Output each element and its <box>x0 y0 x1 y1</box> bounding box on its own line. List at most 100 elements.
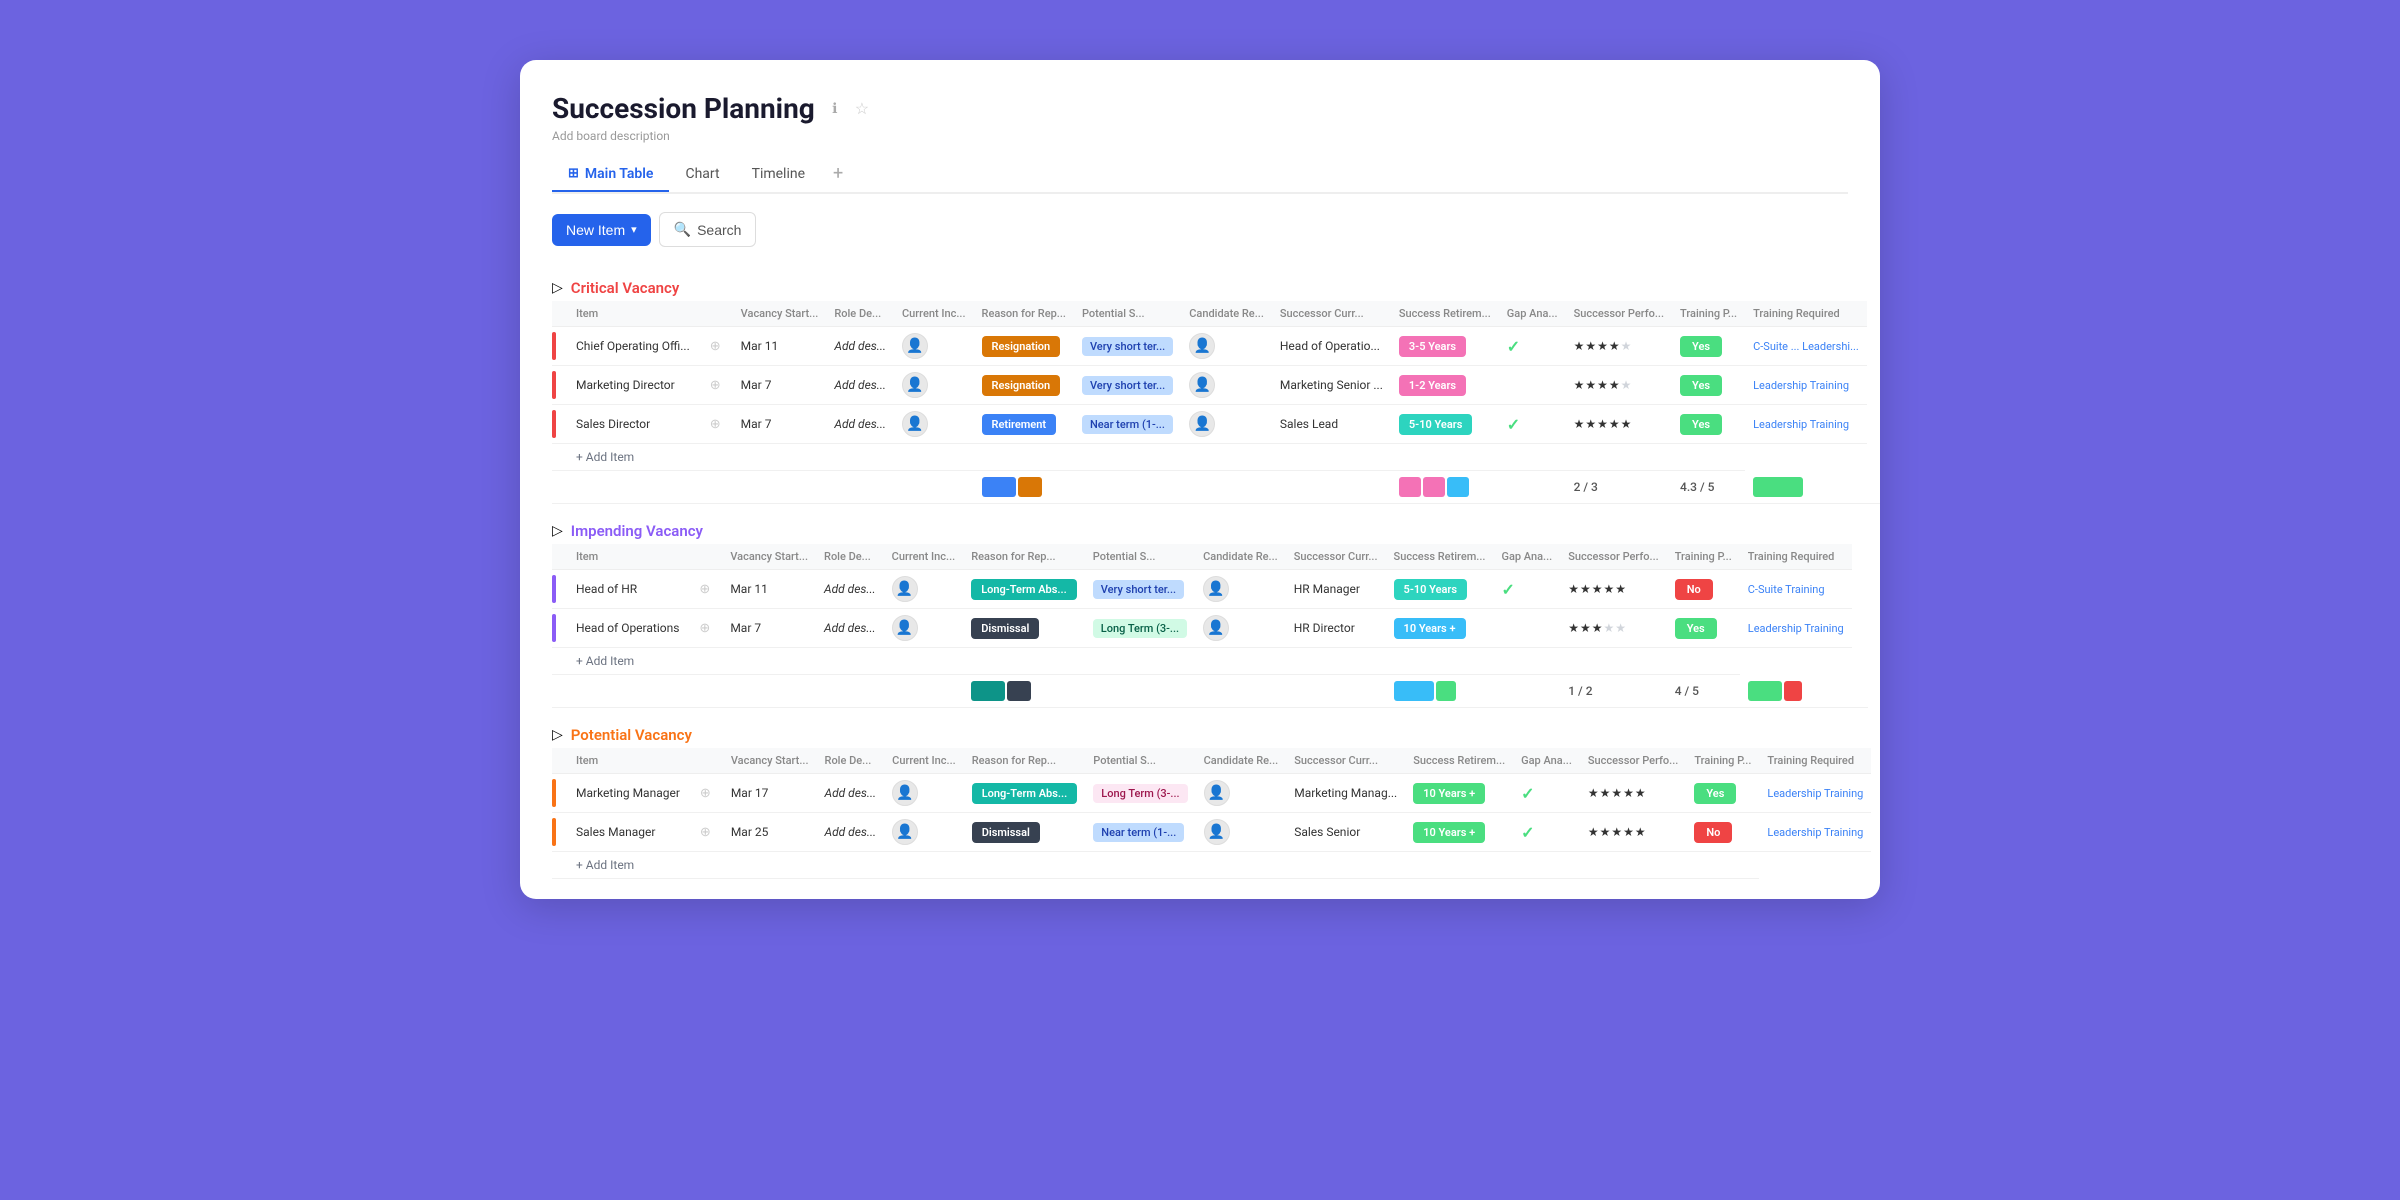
row-add-icon[interactable]: ⊕ <box>695 619 714 638</box>
star-icon[interactable]: ☆ <box>855 99 875 119</box>
impending-vacancy-table: Item Vacancy Start... Role De... Current… <box>552 544 1868 708</box>
row-add-icon[interactable]: ⊕ <box>706 415 725 434</box>
row-name[interactable]: Sales Director <box>568 405 698 444</box>
col-candidate: Candidate Re... <box>1195 544 1286 570</box>
row-add-icon[interactable]: ⊕ <box>695 580 714 599</box>
role-desc[interactable]: Add des... <box>817 774 885 813</box>
tab-add[interactable]: + <box>821 155 855 192</box>
reason-badge: Retirement <box>982 414 1057 435</box>
tab-timeline[interactable]: Timeline <box>736 158 821 192</box>
vacancy-start: Mar 7 <box>733 405 827 444</box>
summary-bar <box>1784 681 1802 701</box>
role-desc[interactable]: Add des... <box>817 813 885 852</box>
col-add <box>687 544 722 570</box>
training-link[interactable]: Leadership Training <box>1767 826 1863 839</box>
section-title-potential[interactable]: Potential Vacancy <box>571 726 692 744</box>
potential-badge: Very short ter... <box>1093 580 1184 599</box>
section-collapse-icon[interactable]: ▷ <box>552 523 563 539</box>
role-desc[interactable]: Add des... <box>826 327 894 366</box>
training-link[interactable]: C-Suite ... Leadershi... <box>1753 340 1859 353</box>
col-add <box>688 748 723 774</box>
potential-badge: Long Term (3-... <box>1093 784 1187 803</box>
col-reason: Reason for Rep... <box>963 544 1085 570</box>
add-item-label[interactable]: + Add Item <box>568 648 1740 675</box>
vacancy-start: Mar 11 <box>733 327 827 366</box>
table-row: Chief Operating Offi... ⊕ Mar 11 Add des… <box>552 327 1880 366</box>
row-name[interactable]: Chief Operating Offi... <box>568 327 698 366</box>
col-potential: Potential S... <box>1085 748 1195 774</box>
training-link[interactable]: C-Suite Training <box>1748 583 1825 596</box>
row-name[interactable]: Sales Manager <box>568 813 688 852</box>
successor-cell: Sales Senior <box>1286 813 1405 852</box>
toolbar-row: New Item ▾ 🔍 Search <box>552 212 1848 247</box>
col-item: Item <box>568 748 688 774</box>
col-add <box>698 301 733 327</box>
add-item-row[interactable]: + Add Item <box>552 444 1880 471</box>
search-button[interactable]: 🔍 Search <box>659 212 757 247</box>
section-title-impending[interactable]: Impending Vacancy <box>571 522 703 540</box>
training-link[interactable]: Leadership Training <box>1753 418 1849 431</box>
row-add-icon[interactable]: ⊕ <box>696 823 715 842</box>
col-gap: Gap Ana... <box>1499 301 1566 327</box>
summary-bar <box>1753 477 1803 497</box>
training-link[interactable]: Leadership Training <box>1767 787 1863 800</box>
years-badge: 10 Years + <box>1413 822 1485 843</box>
col-successor: Successor Curr... <box>1272 301 1391 327</box>
training-badge: Yes <box>1680 414 1722 435</box>
row-name[interactable]: Head of Operations <box>568 609 687 648</box>
col-item: Item <box>568 544 687 570</box>
avatar: 👤 <box>892 615 918 641</box>
reason-badge: Long-Term Abs... <box>971 579 1077 600</box>
col-training-p: Training P... <box>1686 748 1759 774</box>
col-retirement: Success Retirem... <box>1405 748 1513 774</box>
col-retirement: Success Retirem... <box>1391 301 1499 327</box>
row-add-icon[interactable]: ⊕ <box>706 337 725 356</box>
stars-cell: ★★★★★ <box>1580 813 1686 852</box>
role-desc[interactable]: Add des... <box>816 609 884 648</box>
reason-badge: Resignation <box>982 336 1061 357</box>
info-icon[interactable]: ℹ <box>825 99 845 119</box>
section-collapse-icon[interactable]: ▷ <box>552 280 563 296</box>
successor-cell: Marketing Senior ... <box>1272 366 1391 405</box>
row-name[interactable]: Marketing Manager <box>568 774 688 813</box>
training-badge: Yes <box>1680 375 1722 396</box>
avatar: 👤 <box>892 780 918 806</box>
row-name[interactable]: Marketing Director <box>568 366 698 405</box>
row-add-icon[interactable]: ⊕ <box>696 784 715 803</box>
col-item: Item <box>568 301 698 327</box>
row-add-icon[interactable]: ⊕ <box>706 376 725 395</box>
summary-fraction: 2 / 3 <box>1574 480 1598 494</box>
vacancy-start: Mar 25 <box>723 813 817 852</box>
board-description[interactable]: Add board description <box>552 129 1848 143</box>
col-role-desc: Role De... <box>816 544 884 570</box>
col-current-inc: Current Inc... <box>884 748 964 774</box>
row-name[interactable]: Head of HR <box>568 570 687 609</box>
avatar: 👤 <box>902 372 928 398</box>
section-title-critical[interactable]: Critical Vacancy <box>571 279 680 297</box>
section-collapse-icon[interactable]: ▷ <box>552 727 563 743</box>
tab-main-table[interactable]: ⊞ Main Table <box>552 158 669 192</box>
role-desc[interactable]: Add des... <box>816 570 884 609</box>
training-badge: Yes <box>1680 336 1722 357</box>
role-desc[interactable]: Add des... <box>826 366 894 405</box>
add-item-row[interactable]: + Add Item <box>552 648 1868 675</box>
summary-bar <box>1018 477 1042 497</box>
role-desc[interactable]: Add des... <box>826 405 894 444</box>
gap-check: ✓ <box>1501 580 1514 599</box>
training-link[interactable]: Leadership Training <box>1748 622 1844 635</box>
vacancy-start: Mar 7 <box>733 366 827 405</box>
tab-chart[interactable]: Chart <box>669 158 735 192</box>
section-impending-vacancy: ▷ Impending Vacancy Item Vacancy Start..… <box>552 514 1848 708</box>
col-vacancy-start: Vacancy Start... <box>733 301 827 327</box>
add-item-row[interactable]: + Add Item <box>552 852 1871 879</box>
training-badge: No <box>1694 822 1732 843</box>
add-item-label[interactable]: + Add Item <box>568 444 1745 471</box>
table-icon: ⊞ <box>568 166 579 181</box>
training-link[interactable]: Leadership Training <box>1753 379 1849 392</box>
vacancy-start: Mar 11 <box>722 570 816 609</box>
gap-check: ✓ <box>1521 823 1534 842</box>
tabs-row: ⊞ Main Table Chart Timeline + <box>552 155 1848 194</box>
add-item-label[interactable]: + Add Item <box>568 852 1759 879</box>
new-item-button[interactable]: New Item ▾ <box>552 214 651 246</box>
summary-rating: 4 / 5 <box>1675 684 1699 698</box>
